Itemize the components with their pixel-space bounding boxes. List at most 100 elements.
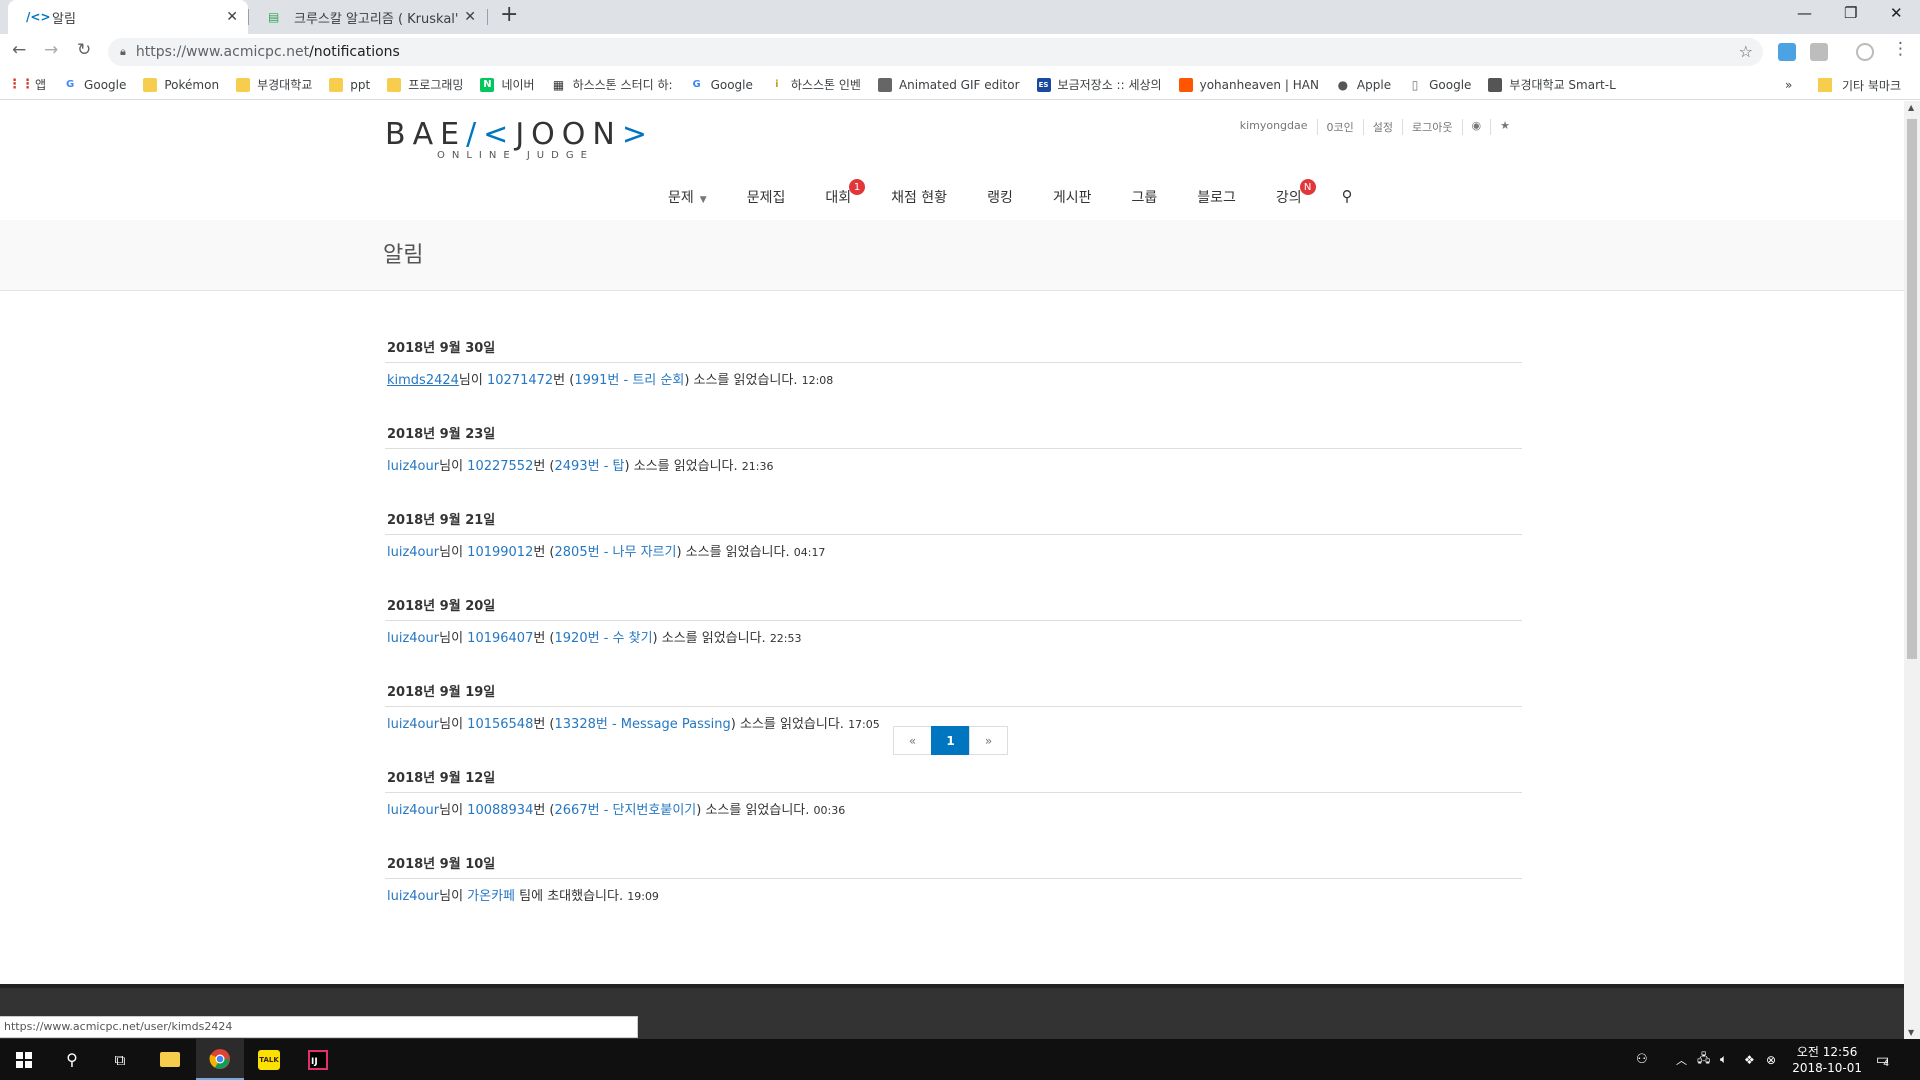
notification-count: 4 — [1883, 1058, 1889, 1069]
team-link[interactable]: 가온카페 — [467, 889, 515, 904]
nav-status[interactable]: 채점 현황 — [891, 187, 947, 207]
logout-link[interactable]: 로그아웃 — [1403, 119, 1463, 135]
windows-start-icon[interactable] — [0, 1039, 48, 1080]
username-link[interactable]: kimyongdae — [1231, 119, 1318, 135]
bookmark-item[interactable]: ▦ 하스스톤 스터디 하: — [552, 76, 673, 93]
action-center-icon[interactable]: ▭ 4 — [1876, 1039, 1889, 1080]
people-icon[interactable]: ⚇ — [1636, 1039, 1648, 1080]
extension-icon[interactable] — [1810, 43, 1828, 61]
tab-kruskal[interactable]: ▤ 크루스칼 알고리즘 ( Kruskal's al ✕ — [250, 0, 486, 34]
user-link[interactable]: luiz4our — [387, 545, 439, 560]
close-tab-icon[interactable]: ✕ — [464, 9, 476, 25]
problem-link[interactable]: 13328번 - Message Passing — [555, 717, 731, 732]
user-link[interactable]: kimds2424 — [387, 373, 459, 388]
bookmark-star-icon[interactable]: ☆ — [1739, 42, 1753, 61]
profile-avatar-icon[interactable] — [1856, 43, 1874, 61]
bookmarks-overflow-icon[interactable]: » — [1785, 70, 1792, 100]
bookmark-folder[interactable]: ppt — [329, 77, 370, 92]
page-1-button[interactable]: 1 — [931, 726, 970, 755]
prev-page-button[interactable]: « — [893, 726, 932, 755]
notification-entry: luiz4our님이 10227552번 (2493번 - 탑) 소스를 읽었습… — [387, 459, 774, 474]
restore-icon[interactable]: ❐ — [1844, 4, 1857, 22]
close-tab-icon[interactable]: ✕ — [226, 9, 238, 25]
bookmark-item[interactable]: 부경대학교 Smart-L — [1488, 76, 1616, 93]
intellij-icon[interactable]: IJ — [294, 1039, 342, 1080]
search-icon[interactable]: ⚲ — [1342, 187, 1353, 207]
bookmark-apps[interactable]: ⋮⋮ 앱 — [8, 76, 46, 93]
volume-icon[interactable]: 🔈︎ — [1720, 1039, 1727, 1080]
scrollbar-thumb[interactable] — [1907, 119, 1917, 659]
close-window-icon[interactable]: ✕ — [1890, 4, 1903, 22]
problem-link[interactable]: 1991번 - 트리 순회 — [574, 373, 684, 388]
file-explorer-icon[interactable] — [146, 1039, 194, 1080]
bookmark-item[interactable]: ● Apple — [1336, 78, 1391, 92]
user-link[interactable]: luiz4our — [387, 459, 439, 474]
bookmark-folder[interactable]: 프로그래밍 — [387, 76, 463, 93]
kakaotalk-icon[interactable]: TALK — [245, 1039, 293, 1080]
bookmark-folder[interactable]: Pokémon — [143, 77, 219, 92]
user-link[interactable]: luiz4our — [387, 889, 439, 904]
extension-cloud-icon[interactable] — [1778, 43, 1796, 61]
minimize-icon[interactable]: — — [1797, 4, 1812, 22]
bookmark-item[interactable]: G Google — [63, 78, 126, 92]
nav-ranking[interactable]: 랭킹 — [987, 187, 1013, 207]
nav-contest[interactable]: 대회 1 — [825, 179, 866, 207]
problem-link[interactable]: 2493번 - 탑 — [555, 459, 625, 474]
problem-link[interactable]: 1920번 - 수 찾기 — [555, 631, 653, 646]
nav-group[interactable]: 그룹 — [1131, 187, 1157, 207]
bookmark-item[interactable]: Animated GIF editor — [877, 77, 1020, 92]
task-view-icon[interactable]: ⧉ — [96, 1039, 144, 1080]
network-icon[interactable]: 🖧︎ — [1697, 1039, 1710, 1080]
bookmark-item[interactable]: N 네이버 — [480, 76, 535, 93]
bookmark-item[interactable]: i 하스스톤 인벤 — [770, 76, 861, 93]
nav-problems[interactable]: 문제 ▼ — [668, 187, 707, 207]
chrome-taskbar-icon[interactable] — [196, 1039, 244, 1080]
user-link[interactable]: luiz4our — [387, 631, 439, 646]
submission-link[interactable]: 10088934 — [467, 803, 533, 818]
coin-link[interactable]: 0코인 — [1318, 119, 1364, 135]
globe-icon[interactable]: ◉ — [1463, 119, 1492, 135]
menu-kebab-icon[interactable]: ⋮ — [1892, 39, 1909, 59]
ime-icon[interactable]: ⊗ — [1766, 1039, 1776, 1080]
show-hidden-icons-icon[interactable]: ︿ — [1676, 1039, 1687, 1080]
baekjoon-logo[interactable]: BAE/<JOON> ONLINE JUDGE — [385, 117, 654, 161]
tab-bar: /<> 알림 ✕ ▤ 크루스칼 알고리즘 ( Kruskal's al ✕ + … — [0, 0, 1920, 34]
submission-link[interactable]: 10199012 — [467, 545, 533, 560]
nav-board[interactable]: 게시판 — [1053, 187, 1092, 207]
next-page-button[interactable]: » — [969, 726, 1008, 755]
page-scrollbar[interactable]: ▲ ▼ — [1904, 101, 1920, 1039]
tab-title: 크루스칼 알고리즘 ( Kruskal's al — [294, 11, 459, 27]
problem-link[interactable]: 2805번 - 나무 자르기 — [555, 545, 677, 560]
tab-notifications[interactable]: /<> 알림 ✕ — [8, 0, 248, 34]
search-icon[interactable]: ⚲ — [48, 1039, 96, 1080]
submission-link[interactable]: 10227552 — [467, 459, 533, 474]
apple-icon: ● — [1337, 77, 1349, 92]
url-text[interactable]: https://www.acmicpc.net/notifications — [136, 44, 400, 60]
system-clock[interactable]: 오전 12:56 2018-10-01 — [1792, 1044, 1862, 1076]
nav-lecture[interactable]: 강의 N — [1276, 179, 1316, 207]
problem-link[interactable]: 2667번 - 단지번호붙이기 — [555, 803, 697, 818]
back-icon[interactable]: ← — [12, 40, 26, 60]
bookmark-item[interactable]: G Google — [690, 78, 752, 92]
nav-workbook[interactable]: 문제집 — [747, 187, 786, 207]
user-link[interactable]: luiz4our — [387, 717, 439, 732]
forward-icon[interactable]: → — [44, 40, 58, 60]
submission-link[interactable]: 10156548 — [467, 717, 533, 732]
star-icon[interactable]: ★ — [1491, 119, 1519, 135]
scroll-up-icon[interactable]: ▲ — [1908, 103, 1914, 112]
address-bar[interactable]: 🔒︎ https://www.acmicpc.net/notifications… — [108, 38, 1763, 66]
submission-link[interactable]: 10271472 — [487, 373, 553, 388]
dropbox-icon[interactable]: ❖ — [1744, 1039, 1755, 1080]
new-tab-icon[interactable]: + — [500, 2, 518, 27]
reload-icon[interactable]: ↻ — [77, 40, 91, 60]
bookmark-item[interactable]: ▯ Google — [1408, 78, 1472, 92]
bookmark-item[interactable]: yohanheaven | HAN — [1178, 77, 1319, 92]
scroll-down-icon[interactable]: ▼ — [1908, 1028, 1914, 1037]
bookmark-item[interactable]: ES 보금저장소 :: 세상의 — [1036, 76, 1162, 93]
nav-blog[interactable]: 블로그 — [1197, 187, 1236, 207]
submission-link[interactable]: 10196407 — [467, 631, 533, 646]
settings-link[interactable]: 설정 — [1364, 119, 1404, 135]
other-bookmarks[interactable]: 기타 북마크 — [1818, 70, 1901, 100]
bookmark-folder[interactable]: 부경대학교 — [236, 76, 312, 93]
user-link[interactable]: luiz4our — [387, 803, 439, 818]
